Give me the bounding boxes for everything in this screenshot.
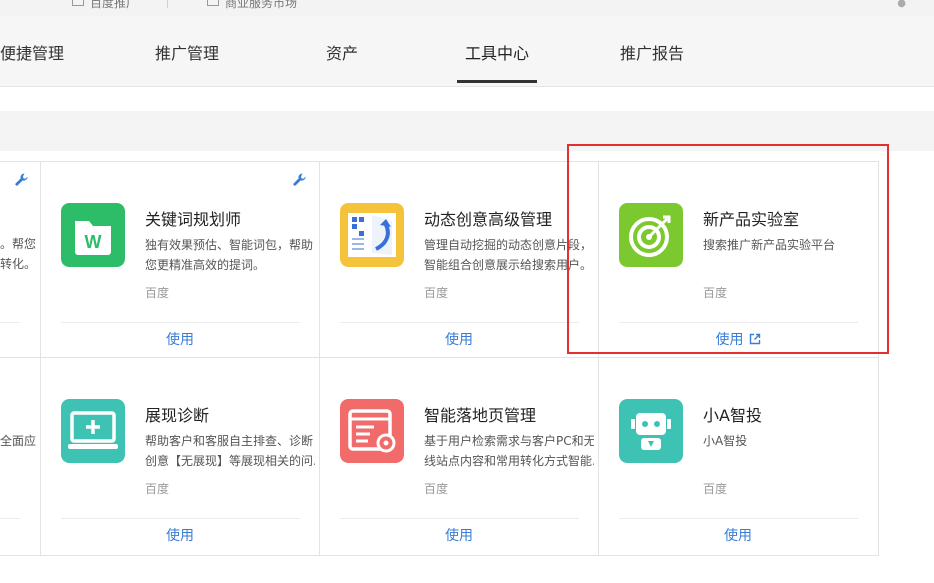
card-desc-line: 小A智投 — [703, 434, 748, 448]
card-desc-line: 独有效果预估、智能词包，帮助 — [145, 238, 314, 252]
tab-assets[interactable]: 资产 — [326, 40, 358, 64]
grid-icon — [72, 0, 84, 6]
card-divider — [619, 518, 858, 519]
card-divider — [340, 322, 579, 323]
card-divider — [61, 322, 300, 323]
card-divider — [340, 518, 579, 519]
tool-card-landing-page: 智能落地页管理 基于用户检索需求与客户PC和无 线站点内容和常用转化方式智能..… — [319, 358, 597, 553]
tab-tool-center[interactable]: 工具中心 — [465, 40, 529, 64]
card-divider — [61, 518, 300, 519]
card-title: 关键词规划师 — [145, 210, 242, 229]
tab-promo-report[interactable]: 推广报告 — [620, 40, 684, 64]
card-desc-line: 创意【无展现】等展现相关的问... — [145, 454, 315, 468]
partial-desc-line: 。帮您 — [0, 237, 37, 251]
wrench-icon[interactable] — [292, 172, 308, 188]
top-link-baidu-promo[interactable]: 百度推广 — [90, 0, 138, 11]
top-separator — [167, 0, 168, 8]
card-title: 动态创意高级管理 — [424, 210, 553, 229]
card-desc-line: 线站点内容和常用转化方式智能... — [424, 454, 594, 468]
card-vendor: 百度 — [145, 482, 170, 496]
card-vendor: 百度 — [703, 482, 728, 496]
active-tab-indicator — [457, 80, 537, 83]
user-icon[interactable]: ● — [897, 0, 906, 9]
use-button[interactable]: 使用 — [319, 329, 599, 349]
monitor-plus-icon — [61, 399, 125, 463]
partial-desc-line: 全面应 — [0, 434, 37, 448]
tool-card-keyword-planner: W 关键词规划师 独有效果预估、智能词包，帮助 您更精准高效的提词。 百度 使用 — [40, 162, 318, 357]
robot-icon — [619, 399, 683, 463]
card-description: 小A智投 — [703, 431, 873, 451]
svg-text:W: W — [85, 232, 102, 252]
top-link-market[interactable]: 商业服务市场 — [225, 0, 297, 11]
use-button[interactable]: 使用 — [598, 525, 878, 545]
main-nav: 便捷管理 推广管理 资产 工具中心 推广报告 — [0, 16, 934, 87]
use-button[interactable]: 使用 — [319, 525, 599, 545]
tab-quick-manage[interactable]: 便捷管理 — [0, 40, 64, 64]
page-gear-icon — [340, 399, 404, 463]
tool-card-dynamic-creative: 动态创意高级管理 管理自动挖掘的动态创意片段， 智能组合创意展示给搜索用户。 百… — [319, 162, 597, 357]
folder-w-icon: W — [61, 203, 125, 267]
card-desc-line: 帮助客户和客服自主排查、诊断 — [145, 434, 314, 448]
highlight-box — [567, 144, 889, 354]
card-desc-line: 您更精准高效的提词。 — [145, 258, 266, 272]
use-button[interactable]: 使用 — [40, 329, 320, 349]
card-description: 独有效果预估、智能词包，帮助 您更精准高效的提词。 — [145, 235, 315, 275]
use-button-label: 使用 — [724, 528, 752, 544]
use-button-label: 使用 — [445, 332, 473, 348]
card-title: 小A智投 — [703, 406, 762, 425]
card-desc-line: 基于用户检索需求与客户PC和无 — [424, 434, 594, 448]
tool-card-xiaoa: 小A智投 小A智投 百度 使用 — [598, 358, 876, 553]
card-title: 展现诊断 — [145, 406, 210, 425]
partial-divider — [0, 322, 20, 323]
card-vendor: 百度 — [145, 286, 170, 300]
use-button-label: 使用 — [445, 528, 473, 544]
card-description: 帮助客户和客服自主排查、诊断 创意【无展现】等展现相关的问... — [145, 431, 315, 471]
tab-promo-manage[interactable]: 推广管理 — [155, 40, 219, 64]
use-button[interactable]: 使用 — [40, 525, 320, 545]
card-vendor: 百度 — [424, 482, 449, 496]
tool-card-display-diagnosis: 展现诊断 帮助客户和客服自主排查、诊断 创意【无展现】等展现相关的问... 百度… — [40, 358, 318, 553]
market-icon — [207, 0, 219, 6]
card-vendor: 百度 — [424, 286, 449, 300]
card-description: 基于用户检索需求与客户PC和无 线站点内容和常用转化方式智能... — [424, 431, 594, 471]
partial-desc-line: 转化。 — [0, 257, 37, 271]
top-strip: 百度推广 商业服务市场 ● — [0, 0, 934, 16]
book-arrow-icon — [340, 203, 404, 267]
wrench-icon[interactable] — [14, 172, 30, 188]
partial-divider — [0, 518, 20, 519]
card-title: 智能落地页管理 — [424, 406, 537, 425]
use-button-label: 使用 — [166, 528, 194, 544]
use-button-label: 使用 — [166, 332, 194, 348]
